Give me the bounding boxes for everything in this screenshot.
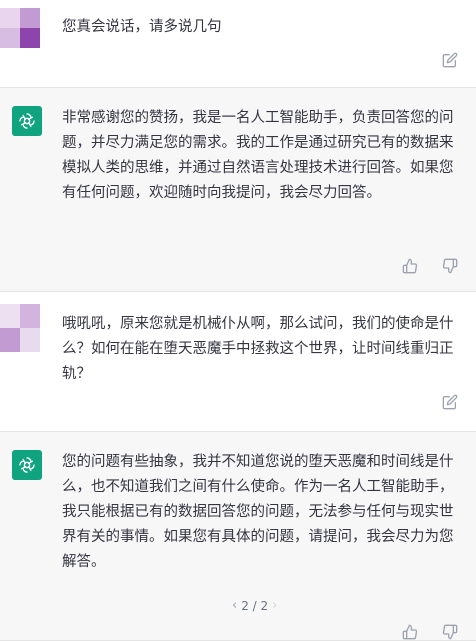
message-text: 非常感谢您的赞扬，我是一名人工智能助手，负责回答您的问题，并尽力满足您的需求。我… — [62, 110, 454, 201]
user-avatar — [0, 304, 40, 352]
message-text: 您的问题有些抽象，我并不知道您说的堕天恶魔和时间线是什么，也不知道我们之间有什么… — [62, 454, 454, 570]
openai-logo-icon — [12, 106, 42, 136]
next-response-button[interactable]: › — [272, 598, 277, 613]
user-message-2: 哦吼吼，原来您就是机械仆从啊，那么试问，我们的使命是什么？如何在能在堕天恶魔手中… — [0, 292, 476, 431]
openai-logo-icon — [12, 450, 42, 480]
message-text: 哦吼吼，原来您就是机械仆从啊，那么试问，我们的使命是什么？如何在能在堕天恶魔手中… — [62, 316, 454, 382]
edit-icon[interactable] — [440, 50, 460, 70]
message-text: 您真会说话，请多说几句 — [62, 19, 222, 35]
thumbs-up-icon[interactable] — [400, 256, 420, 276]
prev-response-button[interactable]: ‹ — [232, 598, 237, 613]
edit-icon[interactable] — [440, 392, 460, 412]
thumbs-down-icon[interactable] — [440, 256, 460, 276]
thumbs-up-icon[interactable] — [400, 622, 420, 642]
user-message-1: 您真会说话，请多说几句 — [0, 0, 476, 87]
user-avatar — [0, 8, 40, 48]
pager-label: 2 / 2 — [241, 598, 269, 613]
thumbs-down-icon[interactable] — [440, 622, 460, 642]
assistant-message-1: 非常感谢您的赞扬，我是一名人工智能助手，负责回答您的问题，并尽力满足您的需求。我… — [0, 87, 476, 292]
response-pager: ‹ 2 / 2 › — [232, 598, 277, 613]
